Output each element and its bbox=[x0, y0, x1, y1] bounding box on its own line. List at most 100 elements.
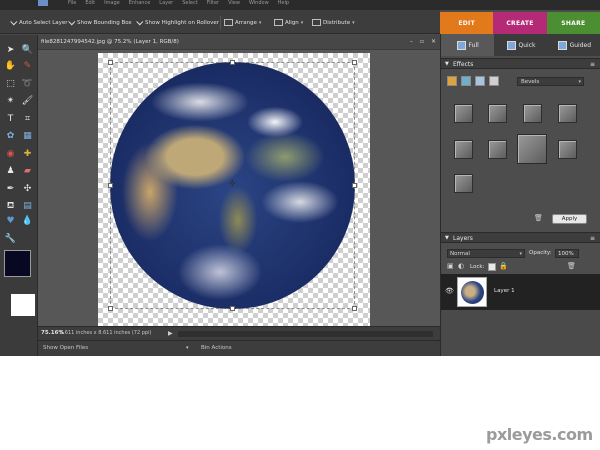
show-open-files-dropdown[interactable]: Show Open Files bbox=[43, 345, 88, 351]
tab-guided[interactable]: Guided bbox=[548, 34, 600, 56]
selection-brush-tool-icon[interactable]: 🖌 bbox=[21, 95, 34, 108]
collapse-triangle-icon[interactable]: ▼ bbox=[445, 61, 449, 67]
type-tool-icon[interactable]: T bbox=[4, 113, 17, 126]
lock-transparency-icon[interactable] bbox=[488, 263, 496, 271]
bevel-style-thumbnail-selected[interactable] bbox=[517, 134, 547, 164]
photo-effects-icon[interactable] bbox=[475, 76, 485, 86]
gradient-tool-icon[interactable]: ▤ bbox=[21, 200, 34, 213]
canvas-area[interactable]: ✜ bbox=[38, 50, 440, 327]
delete-layer-icon[interactable]: 🗑 bbox=[567, 263, 576, 271]
new-layer-icon[interactable]: ▣ bbox=[447, 263, 455, 271]
layer-blend-controls: Normal ▾ Opacity: 100% bbox=[441, 246, 600, 260]
transform-handle[interactable] bbox=[108, 60, 113, 65]
eraser-tool-icon[interactable]: ▰ bbox=[21, 165, 34, 178]
bevel-style-thumbnail[interactable] bbox=[454, 174, 473, 193]
bevel-style-thumbnail[interactable] bbox=[558, 104, 577, 123]
straighten-tool-icon[interactable]: ▦ bbox=[21, 130, 34, 143]
impressionist-brush-tool-icon[interactable]: ✣ bbox=[21, 183, 34, 196]
panel-menu-icon[interactable]: ≡ bbox=[590, 61, 595, 68]
arrange-dropdown[interactable]: Arrange ▾ bbox=[224, 18, 261, 27]
tab-quick[interactable]: Quick bbox=[494, 34, 547, 56]
bevel-style-thumbnail[interactable] bbox=[454, 140, 473, 159]
magic-wand-tool-icon[interactable]: ✴ bbox=[4, 95, 17, 108]
distribute-dropdown[interactable]: Distribute ▾ bbox=[312, 18, 355, 27]
marquee-tool-icon[interactable]: ⬚ bbox=[4, 78, 17, 91]
lock-all-icon[interactable]: 🔒 bbox=[499, 263, 508, 271]
menu-edit[interactable]: Edit bbox=[85, 0, 95, 10]
transform-handle[interactable] bbox=[108, 183, 113, 188]
layer-row[interactable]: 👁 Layer 1 bbox=[441, 274, 600, 310]
clone-stamp-tool-icon[interactable]: ♟ bbox=[4, 165, 17, 178]
bevel-style-thumbnail[interactable] bbox=[488, 104, 507, 123]
visibility-eye-icon[interactable]: 👁 bbox=[445, 287, 454, 295]
move-tool-icon[interactable]: ➤ bbox=[4, 44, 17, 57]
background-color-swatch[interactable] bbox=[11, 294, 35, 316]
layer-thumbnail[interactable] bbox=[457, 277, 487, 307]
menu-window[interactable]: Window bbox=[249, 0, 269, 10]
sponge-tool-icon[interactable]: 🔧 bbox=[4, 233, 17, 246]
horizontal-scrollbar[interactable] bbox=[178, 331, 433, 337]
menu-image[interactable]: Image bbox=[104, 0, 120, 10]
bevel-style-thumbnail[interactable] bbox=[454, 104, 473, 123]
transform-handle[interactable] bbox=[352, 60, 357, 65]
brush-tool-icon[interactable]: ✒ bbox=[4, 183, 17, 196]
transform-handle[interactable] bbox=[230, 306, 235, 311]
layers-panel-header[interactable]: ▼ Layers ≡ bbox=[441, 232, 600, 243]
bevel-style-thumbnail[interactable] bbox=[523, 104, 542, 123]
hand-tool-icon[interactable]: ✋ bbox=[4, 60, 17, 73]
blend-mode-dropdown[interactable]: Normal ▾ bbox=[447, 249, 525, 258]
maximize-icon[interactable]: ▫ bbox=[420, 38, 424, 45]
bin-actions-menu[interactable]: Bin Actions bbox=[201, 345, 232, 351]
layer-name[interactable]: Layer 1 bbox=[494, 288, 515, 294]
all-effects-icon[interactable] bbox=[489, 76, 499, 86]
menu-view[interactable]: View bbox=[228, 0, 240, 10]
transform-handle[interactable] bbox=[108, 306, 113, 311]
effects-style-dropdown[interactable]: Bevels ▾ bbox=[517, 77, 584, 86]
auto-select-layer-option[interactable]: Auto Select Layer bbox=[10, 18, 68, 27]
show-bounding-box-option[interactable]: Show Bounding Box bbox=[68, 18, 132, 27]
minimize-icon[interactable]: – bbox=[410, 38, 413, 45]
panel-menu-icon[interactable]: ≡ bbox=[590, 235, 595, 242]
bevel-style-thumbnail[interactable] bbox=[558, 140, 577, 159]
opacity-input[interactable]: 100% bbox=[555, 249, 579, 258]
bevel-style-thumbnail[interactable] bbox=[488, 140, 507, 159]
cookie-cutter-tool-icon[interactable]: ✿ bbox=[4, 130, 17, 143]
tab-edit[interactable]: EDIT bbox=[440, 12, 494, 34]
effects-panel-header[interactable]: ▼ Effects ≡ bbox=[441, 58, 600, 69]
tab-share[interactable]: SHARE bbox=[546, 12, 600, 34]
status-menu-arrow-icon[interactable]: ▶ bbox=[168, 330, 173, 337]
transform-handle[interactable] bbox=[352, 183, 357, 188]
tab-full[interactable]: Full bbox=[441, 34, 495, 56]
red-eye-tool-icon[interactable]: ◉ bbox=[4, 148, 17, 161]
crop-tool-icon[interactable]: ⌗ bbox=[21, 113, 34, 126]
filters-icon[interactable] bbox=[447, 76, 457, 86]
zoom-tool-icon[interactable]: 🔍 bbox=[21, 44, 34, 57]
transform-handle[interactable] bbox=[230, 60, 235, 65]
healing-brush-tool-icon[interactable]: ✚ bbox=[21, 148, 34, 161]
menu-enhance[interactable]: Enhance bbox=[129, 0, 151, 10]
menu-file[interactable]: File bbox=[68, 0, 76, 10]
menu-filter[interactable]: Filter bbox=[207, 0, 219, 10]
chevron-down-icon[interactable]: ▾ bbox=[186, 345, 189, 351]
menu-select[interactable]: Select bbox=[182, 0, 197, 10]
layer-styles-icon[interactable] bbox=[461, 76, 471, 86]
close-icon[interactable]: ✕ bbox=[431, 38, 436, 45]
tab-create[interactable]: CREATE bbox=[493, 12, 547, 34]
align-dropdown[interactable]: Align ▾ bbox=[274, 18, 303, 27]
shape-tool-icon[interactable]: ♥ bbox=[4, 215, 17, 228]
foreground-color-swatch[interactable] bbox=[4, 250, 31, 277]
menu-help[interactable]: Help bbox=[278, 0, 289, 10]
collapse-triangle-icon[interactable]: ▼ bbox=[445, 235, 449, 241]
transform-handle[interactable] bbox=[352, 306, 357, 311]
lasso-tool-icon[interactable]: ➰ bbox=[21, 78, 34, 91]
blur-tool-icon[interactable]: 💧 bbox=[21, 215, 34, 228]
eyedropper-tool-icon[interactable]: ✎ bbox=[21, 60, 34, 73]
menu-layer[interactable]: Layer bbox=[159, 0, 173, 10]
transparent-canvas[interactable]: ✜ bbox=[98, 53, 370, 327]
reference-point-icon[interactable]: ✜ bbox=[229, 179, 236, 188]
paint-bucket-tool-icon[interactable]: ⛾ bbox=[4, 200, 17, 213]
show-highlight-option[interactable]: Show Highlight on Rollover bbox=[136, 18, 219, 27]
trash-icon[interactable]: 🗑 bbox=[534, 214, 543, 222]
adjustment-layer-icon[interactable]: ◐ bbox=[458, 263, 466, 271]
apply-button[interactable]: Apply bbox=[552, 214, 587, 224]
